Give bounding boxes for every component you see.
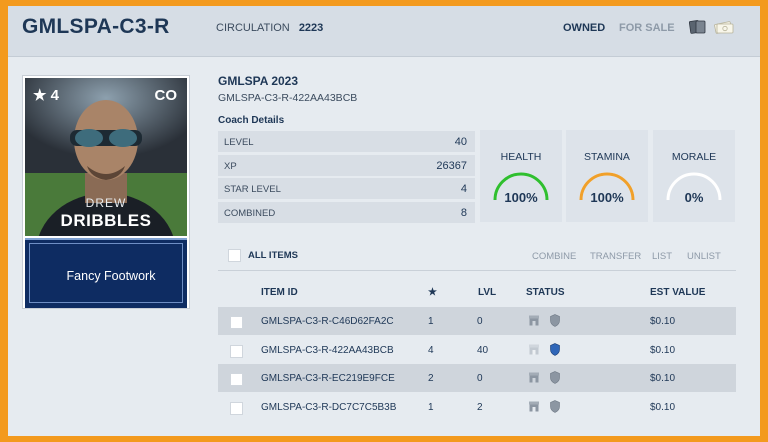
shield-icon [550,400,560,413]
owned-filter[interactable]: OWNED [563,22,605,34]
table-row[interactable]: GMLSPA-C3-R-422AA43BCB 4 40 $0.10 [218,336,736,364]
card-last-name: DRIBBLES [60,211,152,230]
store-icon [529,401,539,412]
card-first-name: DREW [85,196,127,210]
row-star: 1 [428,402,434,413]
detail-value: 4 [460,183,467,195]
row-est-value: $0.10 [650,316,676,327]
shield-icon [550,371,560,384]
detail-label: LEVEL [224,137,254,148]
detail-label: COMBINED [224,208,276,219]
coach-details-title: Coach Details [218,115,285,126]
ability-banner: Fancy Footwork [25,238,187,308]
row-checkbox[interactable] [230,316,243,329]
row-checkbox[interactable] [230,402,243,415]
row-item-id: GMLSPA-C3-R-C46D62FA2C [261,316,394,327]
detail-value: 8 [460,207,467,219]
card-rating-value: 4 [50,87,59,104]
table-row[interactable]: GMLSPA-C3-R-EC219E9FCE 2 0 $0.10 [218,364,736,392]
detail-label: XP [224,161,237,172]
row-lvl: 40 [477,345,489,356]
card-position: CO [154,87,178,104]
store-icon [529,315,539,326]
row-item-id: GMLSPA-C3-R-422AA43BCB [261,345,394,356]
row-est-value: $0.10 [650,345,676,356]
col-star[interactable]: ★ [428,287,437,298]
stat-stamina: STAMINA 100% [566,130,648,222]
set-name: GMLSPA 2023 [218,74,299,88]
circulation-label: CIRCULATION [216,22,290,34]
stat-label: STAMINA [584,151,630,163]
detail-row-xp: XP 26367 [218,155,475,176]
detail-row-level: LEVEL 40 [218,131,475,152]
combine-button[interactable]: COMBINE [532,251,576,262]
detail-label: STAR LEVEL [224,184,281,195]
stat-value: 100% [504,190,538,205]
star-icon: ★ [33,87,47,104]
app-frame: GMLSPA-C3-R CIRCULATION 2223 OWNED FOR S… [8,6,760,436]
for-sale-filter[interactable]: FOR SALE [619,22,675,34]
row-est-value: $0.10 [650,373,676,384]
all-items-checkbox[interactable] [228,249,241,262]
row-star: 4 [428,345,434,356]
detail-value: 26367 [436,160,467,172]
store-icon [529,372,539,383]
circulation-value: 2223 [298,22,324,34]
coach-portrait: ★ 4 CO DREW DRIBBLES [25,78,187,236]
stat-value: 0% [684,190,704,205]
row-checkbox[interactable] [230,345,243,358]
table-row[interactable]: GMLSPA-C3-R-C46D62FA2C 1 0 $0.10 [218,307,736,335]
row-item-id: GMLSPA-C3-R-DC7C7C5B3B [261,402,397,413]
stat-label: HEALTH [500,151,542,163]
detail-row-star-level: STAR LEVEL 4 [218,178,475,199]
row-lvl: 2 [477,402,483,413]
ability-name: Fancy Footwork [66,269,156,283]
row-star: 1 [428,316,434,327]
stat-value: 100% [590,190,624,205]
all-items-label[interactable]: ALL ITEMS [248,250,298,261]
col-est-value[interactable]: EST VALUE [650,287,705,298]
item-id: GMLSPA-C3-R-422AA43BCB [218,92,358,104]
row-lvl: 0 [477,316,483,327]
row-star: 2 [428,373,434,384]
cash-icon[interactable] [714,19,734,35]
detail-value: 40 [454,136,467,148]
col-status[interactable]: STATUS [526,287,565,298]
col-lvl[interactable]: LVL [478,287,496,298]
store-icon [529,344,539,355]
list-button[interactable]: LIST [652,251,672,262]
stat-morale: MORALE 0% [653,130,735,222]
detail-row-combined: COMBINED 8 [218,202,475,223]
stat-health: HEALTH 100% [480,130,562,222]
top-bar: GMLSPA-C3-R CIRCULATION 2223 OWNED FOR S… [8,6,760,57]
circulation: CIRCULATION 2223 [216,22,323,34]
row-checkbox[interactable] [230,373,243,386]
row-item-id: GMLSPA-C3-R-EC219E9FCE [261,373,395,384]
shield-icon [550,314,560,327]
col-item-id[interactable]: ITEM ID [261,287,298,298]
coach-card[interactable]: ★ 4 CO DREW DRIBBLES Fancy Footwork [22,75,190,309]
shield-icon [550,343,560,356]
row-est-value: $0.10 [650,402,676,413]
cards-icon[interactable] [689,19,707,35]
unlist-button[interactable]: UNLIST [687,251,721,262]
page-title: GMLSPA-C3-R [22,15,170,38]
stat-label: MORALE [671,151,717,163]
transfer-button[interactable]: TRANSFER [590,251,641,262]
divider [218,270,736,271]
card-rating: ★ 4 [33,86,59,104]
table-row[interactable]: GMLSPA-C3-R-DC7C7C5B3B 1 2 $0.10 [218,393,736,421]
row-lvl: 0 [477,373,483,384]
ability-banner-frame: Fancy Footwork [29,243,183,303]
